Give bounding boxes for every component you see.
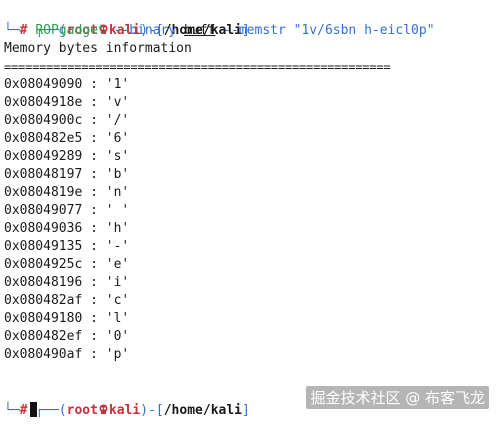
- memory-row: 0x08049289 : 's': [4, 148, 129, 166]
- memory-char: '0': [105, 329, 130, 344]
- prompt-corner-bottom: └─: [4, 23, 20, 38]
- memory-separator: :: [82, 77, 106, 92]
- input-line[interactable]: └─#: [4, 402, 38, 420]
- memory-char: 'b': [105, 167, 130, 182]
- memory-char: 'i': [105, 275, 130, 290]
- prompt-corner-bottom: └─: [4, 403, 20, 418]
- prompt-path: /home/kali: [163, 403, 243, 418]
- prompt-corner-top: ┌──(: [35, 403, 67, 418]
- memory-char: '-': [105, 239, 130, 254]
- memory-char: 'c': [105, 293, 130, 308]
- memory-separator: :: [82, 257, 106, 272]
- memory-char: '/': [105, 113, 130, 128]
- memory-row: 0x0804900c : '/': [4, 112, 129, 130]
- memory-char: 'p': [105, 347, 130, 362]
- memory-row: 0x080482ef : '0': [4, 328, 129, 346]
- memory-address: 0x08048197: [4, 167, 83, 182]
- memory-address: 0x08048196: [4, 275, 83, 290]
- memory-separator: :: [82, 131, 106, 146]
- memory-address: 0x0804900c: [4, 113, 83, 128]
- command-arg-file: buff: [184, 23, 216, 38]
- memory-separator: :: [82, 95, 106, 110]
- prompt-path-close: ]: [242, 403, 250, 418]
- command-arg-binary: --binary: [113, 23, 177, 38]
- memory-separator: :: [82, 149, 106, 164]
- command-program: ROPgadget: [35, 23, 106, 38]
- command-arg-memstr: --memstr: [223, 23, 286, 38]
- memory-address: 0x080482e5: [4, 131, 83, 146]
- memory-row: 0x0804925c : 'e': [4, 256, 129, 274]
- memory-separator: :: [82, 185, 106, 200]
- prompt-path-open: )-[: [140, 403, 164, 418]
- memory-row: 0x080482af : 'c': [4, 292, 129, 310]
- memory-address: 0x08049135: [4, 239, 83, 254]
- prompt-user: root: [66, 403, 98, 418]
- output-divider: ========================================…: [4, 60, 391, 74]
- memory-separator: :: [82, 275, 106, 290]
- prompt-line-2: ┌──(root kali)-[/home/kali]: [4, 384, 250, 418]
- memory-separator: :: [82, 221, 106, 236]
- memory-separator: :: [82, 329, 106, 344]
- memory-char: 'h': [105, 221, 130, 236]
- memory-separator: :: [82, 347, 106, 362]
- memory-address: 0x0804819e: [4, 185, 83, 200]
- memory-row: 0x08048197 : 'b': [4, 166, 129, 184]
- memory-address: 0x0804925c: [4, 257, 83, 272]
- terminal-window[interactable]: ┌──(root kali)-[/home/kali] └─# ROPgadget…: [0, 0, 503, 423]
- memory-address: 0x08049289: [4, 149, 83, 164]
- memory-row: 0x080490af : 'p': [4, 346, 129, 364]
- memory-row: 0x08049180 : 'l': [4, 310, 129, 328]
- memory-row: 0x08048196 : 'i': [4, 274, 129, 292]
- command-line: └─# ROPgadget --binary buff --memstr "1v…: [4, 22, 435, 40]
- output-heading: Memory bytes information: [4, 41, 192, 56]
- memory-separator: :: [82, 113, 106, 128]
- memory-char: 'e': [105, 257, 130, 272]
- memory-separator: :: [82, 293, 106, 308]
- memory-row: 0x08049135 : '-': [4, 238, 129, 256]
- prompt-host: kali: [108, 403, 141, 418]
- memory-address: 0x08049036: [4, 221, 83, 236]
- memory-row: 0x080482e5 : '6': [4, 130, 129, 148]
- memory-char: ' ': [105, 203, 130, 218]
- memory-char: 'l': [105, 311, 130, 326]
- memory-address: 0x0804918e: [4, 95, 83, 110]
- prompt-hash: #: [19, 23, 28, 38]
- memory-address: 0x08049090: [4, 77, 83, 92]
- memory-separator: :: [82, 239, 106, 254]
- memory-row: 0x0804819e : 'n': [4, 184, 129, 202]
- memory-address: 0x080482ef: [4, 329, 83, 344]
- prompt-hash: #: [19, 403, 28, 418]
- command-arg-string: "1v/6sbn h-eicl0p": [293, 23, 435, 38]
- memory-char: '1': [105, 77, 130, 92]
- memory-row: 0x08049036 : 'h': [4, 220, 129, 238]
- memory-char: 'n': [105, 185, 130, 200]
- memory-address: 0x080482af: [4, 293, 83, 308]
- memory-char: '6': [105, 131, 130, 146]
- watermark: 掘金技术社区 @ 布客飞龙: [306, 386, 489, 409]
- memory-char: 's': [105, 149, 130, 164]
- memory-char: 'v': [105, 95, 130, 110]
- memory-separator: :: [82, 311, 106, 326]
- memory-separator: :: [82, 203, 106, 218]
- skull-icon: [98, 403, 109, 414]
- memory-address: 0x08049077: [4, 203, 83, 218]
- memory-row: 0x0804918e : 'v': [4, 94, 129, 112]
- memory-address: 0x080490af: [4, 347, 83, 362]
- memory-separator: :: [82, 167, 106, 182]
- prompt-line-1: ┌──(root kali)-[/home/kali]: [4, 4, 250, 38]
- memory-address: 0x08049180: [4, 311, 83, 326]
- memory-row: 0x08049090 : '1': [4, 76, 129, 94]
- text-cursor[interactable]: [30, 402, 38, 417]
- memory-row: 0x08049077 : ' ': [4, 202, 129, 220]
